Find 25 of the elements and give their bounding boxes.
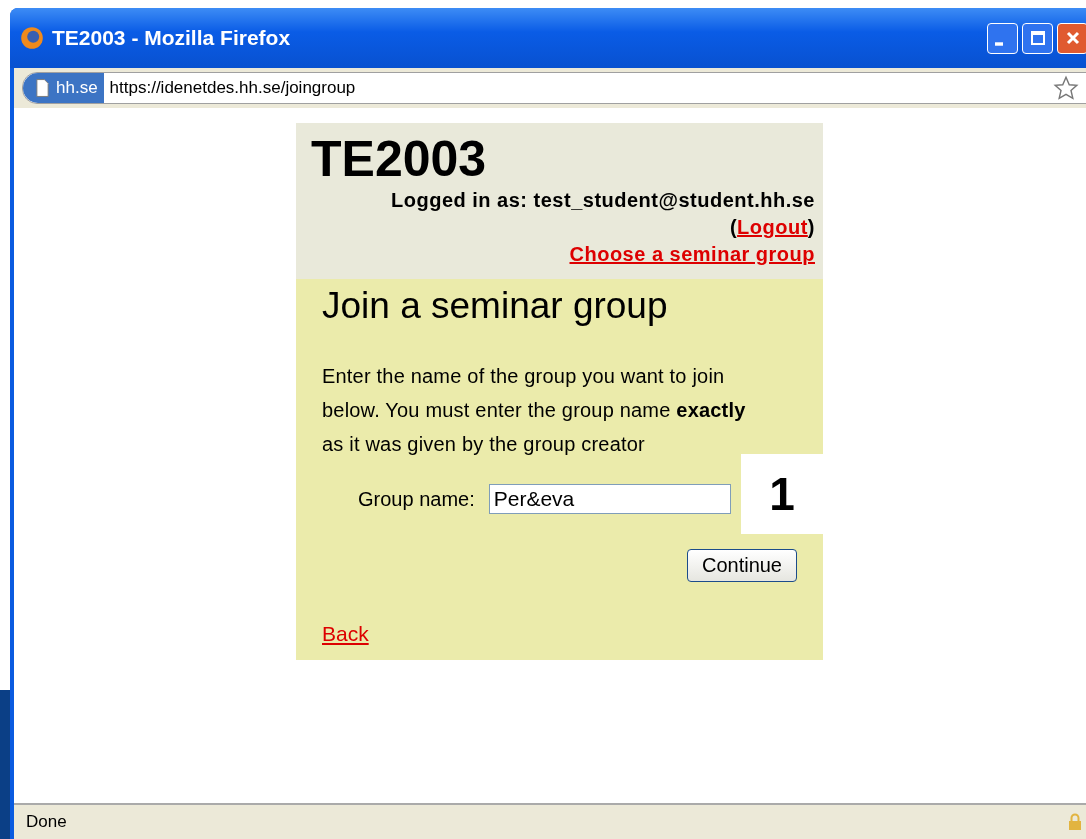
callout-number: 1 — [741, 454, 823, 534]
close-button[interactable] — [1057, 22, 1086, 54]
status-text: Done — [26, 812, 67, 832]
instructions-text: Enter the name of the group you want to join below. You must enter the group name exactly as it was given by the group creator — [322, 364, 747, 457]
minimize-icon — [994, 42, 1003, 46]
back-link[interactable]: Back — [322, 622, 369, 646]
parenthesis: ( — [729, 216, 738, 238]
minimize-button[interactable] — [987, 22, 1018, 54]
star-icon[interactable] — [1053, 75, 1079, 101]
logout-link[interactable]: Logout — [737, 216, 808, 238]
maximize-button[interactable] — [1022, 22, 1053, 54]
continue-button[interactable]: Continue — [686, 549, 797, 582]
page-icon — [35, 78, 50, 98]
course-heading: TE2003 — [311, 131, 488, 187]
parenthesis: ) — [807, 216, 815, 238]
field-label: Group name: — [358, 487, 475, 511]
padlock-icon — [1068, 813, 1082, 831]
choose-group-link[interactable]: Choose a seminar group — [569, 243, 815, 265]
url-text: https://idenetdes.hh.se/joingroup — [109, 78, 356, 98]
site-identity-button[interactable]: hh.se — [23, 73, 104, 103]
group-name-field[interactable]: Per&eva — [488, 484, 731, 514]
address-field[interactable]: hh.se https://idenetdes.hh.se/joingroup — [22, 72, 1086, 104]
page-title: Join a seminar group — [322, 284, 669, 328]
logged-in-text: Logged in as: test_student@student.hh.se — [391, 189, 815, 211]
window-title: TE2003 - Mozilla Firefox — [52, 26, 291, 50]
